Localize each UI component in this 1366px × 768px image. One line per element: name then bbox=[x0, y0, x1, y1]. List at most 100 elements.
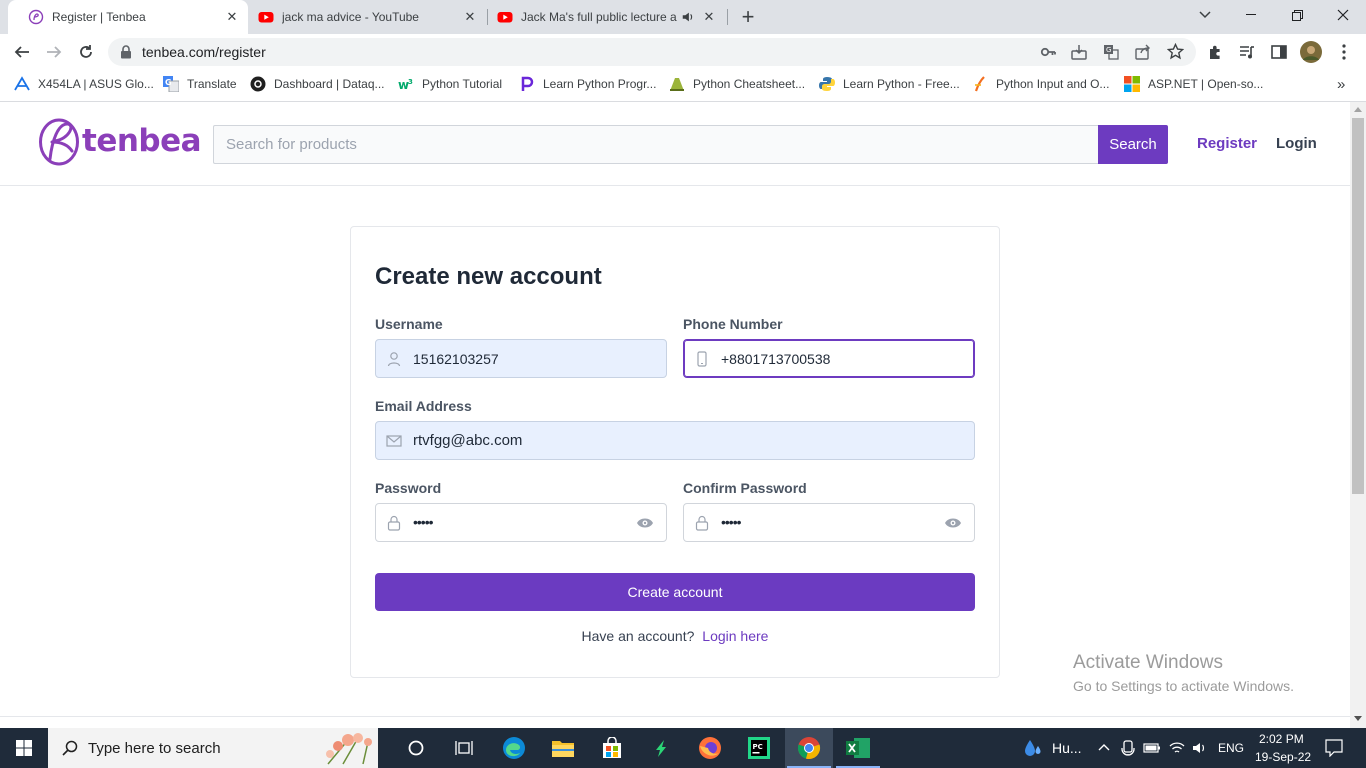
bookmark-programiz[interactable]: Learn Python Progr... bbox=[519, 75, 656, 93]
eye-icon[interactable] bbox=[636, 516, 654, 530]
tab-separator bbox=[727, 9, 728, 25]
password-field[interactable]: ••••• bbox=[375, 503, 667, 542]
taskbar-edge[interactable] bbox=[490, 728, 538, 768]
task-view-button[interactable] bbox=[440, 728, 488, 768]
language-indicator[interactable]: ENG bbox=[1218, 741, 1244, 755]
confirm-password-label: Confirm Password bbox=[683, 480, 807, 496]
wifi-icon[interactable] bbox=[1169, 741, 1185, 755]
taskbar-app-green[interactable] bbox=[637, 728, 685, 768]
notification-icon[interactable] bbox=[1325, 739, 1343, 757]
scrollbar-thumb[interactable] bbox=[1352, 118, 1364, 494]
register-card: Create new account Username 15162103257 … bbox=[350, 226, 1000, 678]
bookmark-aspnet[interactable]: ASP.NET | Open-so... bbox=[1124, 75, 1263, 93]
page-viewport: tenbea Search Register Login Create new … bbox=[0, 102, 1350, 728]
product-search-input[interactable] bbox=[213, 125, 1099, 164]
speaker-icon[interactable] bbox=[681, 10, 695, 24]
chevron-up-icon[interactable] bbox=[1098, 743, 1110, 751]
username-field[interactable]: 15162103257 bbox=[375, 339, 667, 378]
scroll-up-icon[interactable] bbox=[1354, 107, 1362, 112]
close-window-button[interactable] bbox=[1320, 0, 1366, 30]
volume-icon[interactable] bbox=[1192, 740, 1208, 756]
site-logo[interactable]: tenbea bbox=[38, 115, 202, 167]
address-bar[interactable]: tenbea.com/register G bbox=[108, 38, 1196, 66]
taskbar-firefox[interactable] bbox=[686, 728, 734, 768]
tab-search-button[interactable] bbox=[1182, 0, 1228, 30]
nav-login-link[interactable]: Login bbox=[1276, 135, 1317, 152]
tab-register[interactable]: Register | Tenbea ✕ bbox=[8, 0, 248, 34]
extensions-button[interactable] bbox=[1202, 38, 1230, 66]
restore-button[interactable] bbox=[1274, 0, 1320, 30]
search-icon bbox=[62, 740, 78, 756]
meet-now-icon[interactable] bbox=[1121, 740, 1135, 756]
clock-date[interactable]: 19-Sep-22 bbox=[1255, 750, 1311, 764]
start-button[interactable] bbox=[0, 728, 48, 768]
eye-icon[interactable] bbox=[944, 516, 962, 530]
lock-icon[interactable] bbox=[120, 45, 132, 59]
forward-button[interactable] bbox=[40, 38, 68, 66]
dataquest-icon bbox=[250, 76, 266, 92]
bookmark-label: X454LA | ASUS Glo... bbox=[38, 77, 154, 91]
javatpoint-icon bbox=[974, 76, 985, 92]
share-icon[interactable] bbox=[1135, 44, 1151, 60]
excel-icon bbox=[846, 738, 870, 758]
bookmarks-bar: X454LA | ASUS Glo... G Translate Dashboa… bbox=[0, 70, 1366, 98]
confirm-password-field[interactable]: ••••• bbox=[683, 503, 975, 542]
bookmark-label: Learn Python Progr... bbox=[543, 77, 657, 91]
email-label: Email Address bbox=[375, 398, 472, 414]
taskbar-file-explorer[interactable] bbox=[539, 728, 587, 768]
taskbar-search-box[interactable]: Type here to search bbox=[48, 728, 378, 768]
side-panel-button[interactable] bbox=[1265, 38, 1293, 66]
bookmark-learn-python[interactable]: Learn Python - Free... bbox=[819, 75, 960, 93]
new-tab-button[interactable]: + bbox=[736, 4, 760, 29]
bookmark-label: Dashboard | Dataq... bbox=[274, 77, 385, 91]
lock-icon bbox=[387, 515, 401, 531]
login-here-link[interactable]: Login here bbox=[702, 628, 768, 644]
svg-text:3: 3 bbox=[408, 78, 413, 86]
clock-time[interactable]: 2:02 PM bbox=[1259, 732, 1304, 746]
profile-button[interactable] bbox=[1297, 38, 1325, 66]
taskbar-store[interactable] bbox=[588, 728, 636, 768]
search-button[interactable]: Search bbox=[1098, 125, 1168, 164]
password-label: Password bbox=[375, 480, 442, 496]
back-button[interactable] bbox=[8, 38, 36, 66]
nav-register-link[interactable]: Register bbox=[1197, 135, 1257, 152]
firefox-icon bbox=[699, 737, 721, 759]
bookmark-translate[interactable]: G Translate bbox=[163, 75, 237, 93]
install-app-icon[interactable] bbox=[1071, 44, 1087, 60]
bookmark-python-tutorial[interactable]: w3 Python Tutorial bbox=[398, 75, 502, 93]
close-icon bbox=[1337, 9, 1349, 21]
close-tab-icon[interactable]: ✕ bbox=[462, 9, 478, 25]
bookmark-javatpoint[interactable]: Python Input and O... bbox=[972, 75, 1109, 93]
python-icon bbox=[819, 77, 835, 91]
bookmark-dataquest[interactable]: Dashboard | Dataq... bbox=[250, 75, 385, 93]
weather-icon[interactable] bbox=[1023, 738, 1043, 758]
create-account-button[interactable]: Create account bbox=[375, 573, 975, 611]
reload-button[interactable] bbox=[72, 38, 100, 66]
user-icon bbox=[387, 352, 401, 367]
taskbar-pycharm[interactable]: PC bbox=[735, 728, 783, 768]
bookmarks-overflow-button[interactable]: » bbox=[1337, 75, 1345, 93]
watermark-subtitle: Go to Settings to activate Windows. bbox=[1073, 678, 1294, 694]
media-control-button[interactable] bbox=[1233, 38, 1261, 66]
translate-page-icon[interactable]: G bbox=[1103, 44, 1119, 60]
tab-youtube-advice[interactable]: jack ma advice - YouTube ✕ bbox=[238, 0, 486, 34]
close-tab-icon[interactable]: ✕ bbox=[701, 9, 717, 25]
watermark-title: Activate Windows bbox=[1073, 652, 1223, 673]
scroll-down-icon[interactable] bbox=[1354, 716, 1362, 721]
cortana-button[interactable] bbox=[392, 728, 440, 768]
chrome-menu-button[interactable] bbox=[1330, 38, 1358, 66]
key-icon[interactable] bbox=[1040, 44, 1056, 60]
taskbar-chrome[interactable] bbox=[785, 728, 833, 768]
tab-youtube-lecture[interactable]: Jack Ma's full public lecture a ✕ bbox=[477, 0, 725, 34]
bookmark-cheatsheet[interactable]: Python Cheatsheet... bbox=[669, 75, 805, 93]
battery-icon[interactable] bbox=[1143, 741, 1161, 755]
weather-text[interactable]: Hu... bbox=[1052, 740, 1082, 756]
bookmark-asus[interactable]: X454LA | ASUS Glo... bbox=[14, 75, 154, 93]
taskbar-excel[interactable] bbox=[834, 728, 882, 768]
minimize-button[interactable] bbox=[1228, 0, 1274, 30]
email-value: rtvfgg@abc.com bbox=[413, 432, 523, 449]
phone-field[interactable]: +8801713700538 bbox=[683, 339, 975, 378]
email-field[interactable]: rtvfgg@abc.com bbox=[375, 421, 975, 460]
star-bookmark-icon[interactable] bbox=[1167, 43, 1184, 60]
url-text[interactable]: tenbea.com/register bbox=[142, 44, 266, 60]
